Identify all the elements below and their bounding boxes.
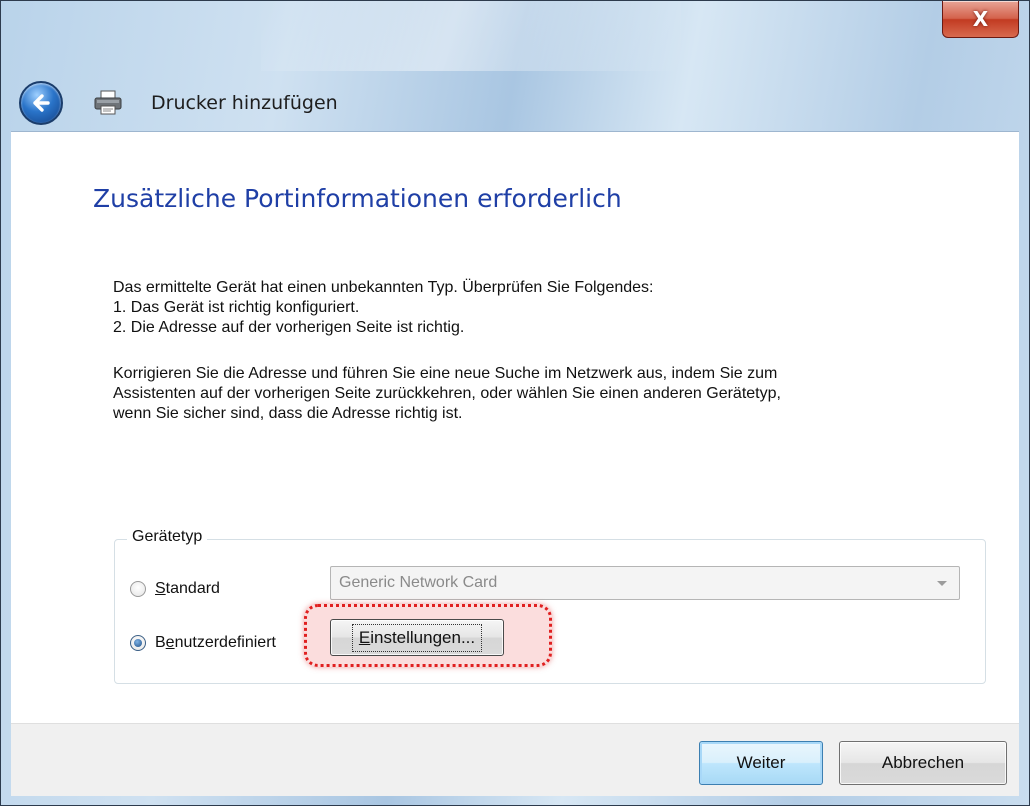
settings-button-focus: Einstellungen...: [351, 623, 483, 652]
close-icon: X: [972, 7, 989, 31]
instruction-line-2: Assistenten auf der vorherigen Seite zur…: [113, 385, 781, 402]
titlebar-glass: [261, 1, 681, 71]
standard-radio[interactable]: [130, 581, 146, 597]
device-type-legend: Gerätetyp: [127, 528, 208, 546]
standard-option[interactable]: Standard: [130, 580, 220, 598]
instruction-line-3: wenn Sie sicher sind, dass die Adresse r…: [113, 405, 463, 422]
standard-label[interactable]: Standard: [155, 580, 220, 598]
custom-label[interactable]: Benutzerdefiniert: [155, 634, 276, 652]
standard-label-rest: tandard: [165, 580, 220, 597]
wizard-navbar: Drucker hinzufügen: [19, 79, 338, 127]
custom-option[interactable]: Benutzerdefiniert: [130, 634, 276, 652]
radio-selected-dot: [134, 639, 142, 647]
wizard-window: X Drucker hinzufügen Zusätzliche Portinf…: [0, 0, 1030, 806]
custom-radio[interactable]: [130, 635, 146, 651]
close-button[interactable]: X: [942, 1, 1019, 38]
next-button[interactable]: Weiter: [699, 741, 823, 785]
intro-text: Das ermittelte Gerät hat einen unbekannt…: [113, 279, 654, 296]
device-type-select: Generic Network Card: [330, 566, 960, 600]
dropdown-arrow-icon: [937, 580, 947, 586]
cancel-button[interactable]: Abbrechen: [839, 741, 1007, 785]
custom-accel: e: [165, 634, 175, 651]
back-arrow-icon: [33, 94, 50, 112]
custom-label-rest: nutzerdefiniert: [174, 634, 276, 651]
check-item-1: 1. Das Gerät ist richtig konfiguriert.: [113, 299, 360, 316]
check-item-2: 2. Die Adresse auf der vorherigen Seite …: [113, 319, 465, 336]
printer-icon: [93, 90, 123, 116]
settings-accel: E: [358, 627, 371, 647]
page-heading: Zusätzliche Portinformationen erforderli…: [93, 184, 622, 213]
settings-label-rest: instellungen...: [370, 627, 476, 647]
instruction-line-1: Korrigieren Sie die Adresse und führen S…: [113, 365, 778, 382]
settings-button[interactable]: Einstellungen...: [330, 619, 504, 656]
wizard-title: Drucker hinzufügen: [151, 92, 338, 114]
standard-accel: S: [155, 580, 166, 597]
device-type-select-value: Generic Network Card: [339, 574, 498, 591]
back-button[interactable]: [19, 81, 63, 125]
custom-label-pre: B: [155, 634, 166, 651]
